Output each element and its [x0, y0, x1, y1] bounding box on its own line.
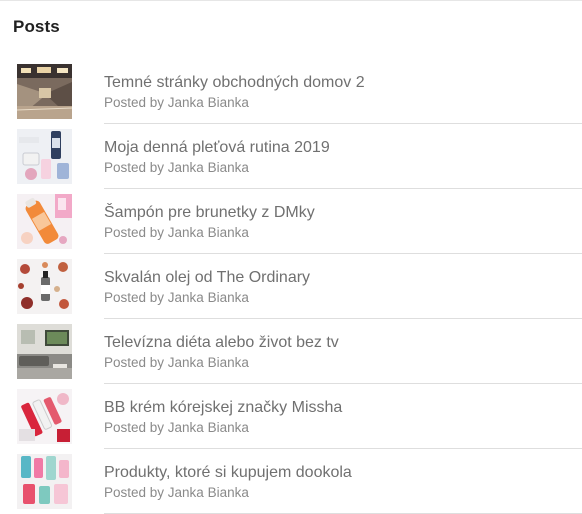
post-item[interactable]: Šampón pre brunetky z DMky Posted by Jan… — [0, 189, 582, 254]
post-text: Moja denná pleťová rutina 2019 Posted by… — [104, 138, 582, 177]
post-thumbnail[interactable] — [17, 259, 72, 314]
post-thumbnail[interactable] — [17, 194, 72, 249]
cosmetics-flatlay-image — [17, 454, 72, 509]
post-item[interactable]: Skvalán olej od The Ordinary Posted by J… — [0, 254, 582, 319]
post-byline: Posted by Janka Bianka — [104, 485, 249, 500]
shampoo-bottle-image — [17, 194, 72, 249]
post-thumbnail[interactable] — [17, 129, 72, 184]
oil-and-flowers-image — [17, 259, 72, 314]
post-title-link[interactable]: Šampón pre brunetky z DMky — [104, 203, 582, 223]
post-title-link[interactable]: Skvalán olej od The Ordinary — [104, 268, 582, 288]
post-thumbnail[interactable] — [17, 389, 72, 444]
post-title-link[interactable]: Moja denná pleťová rutina 2019 — [104, 138, 582, 158]
post-item[interactable]: Televízna diéta alebo život bez tv Poste… — [0, 319, 582, 384]
mall-interior-image — [17, 64, 72, 119]
post-byline: Posted by Janka Bianka — [104, 95, 249, 110]
post-thumbnail[interactable] — [17, 454, 72, 509]
post-list: Temné stránky obchodných domov 2 Posted … — [0, 59, 582, 514]
bb-cream-products-image — [17, 389, 72, 444]
living-room-tv-image — [17, 324, 72, 379]
post-item[interactable]: Produkty, ktoré si kupujem dookola Poste… — [0, 449, 582, 514]
skincare-products-image — [17, 129, 72, 184]
post-text: Televízna diéta alebo život bez tv Poste… — [104, 333, 582, 372]
post-byline: Posted by Janka Bianka — [104, 420, 249, 435]
post-title-link[interactable]: Televízna diéta alebo život bez tv — [104, 333, 582, 353]
post-byline: Posted by Janka Bianka — [104, 355, 249, 370]
post-text: Temné stránky obchodných domov 2 Posted … — [104, 73, 582, 112]
post-byline: Posted by Janka Bianka — [104, 160, 249, 175]
post-title-link[interactable]: Produkty, ktoré si kupujem dookola — [104, 463, 582, 483]
post-thumbnail[interactable] — [17, 64, 72, 119]
post-byline: Posted by Janka Bianka — [104, 225, 249, 240]
widget-title: Posts — [13, 17, 60, 36]
post-byline: Posted by Janka Bianka — [104, 290, 249, 305]
post-item[interactable]: Moja denná pleťová rutina 2019 Posted by… — [0, 124, 582, 189]
post-item[interactable]: BB krém kórejskej značky Missha Posted b… — [0, 384, 582, 449]
post-text: Produkty, ktoré si kupujem dookola Poste… — [104, 463, 582, 502]
post-text: Skvalán olej od The Ordinary Posted by J… — [104, 268, 582, 307]
post-item[interactable]: Temné stránky obchodných domov 2 Posted … — [0, 59, 582, 124]
post-thumbnail[interactable] — [17, 324, 72, 379]
post-text: BB krém kórejskej značky Missha Posted b… — [104, 398, 582, 437]
post-title-link[interactable]: BB krém kórejskej značky Missha — [104, 398, 582, 418]
post-text: Šampón pre brunetky z DMky Posted by Jan… — [104, 203, 582, 242]
post-title-link[interactable]: Temné stránky obchodných domov 2 — [104, 73, 582, 93]
posts-widget: Posts Temné stránky obchodných domov 2 P… — [0, 0, 582, 514]
